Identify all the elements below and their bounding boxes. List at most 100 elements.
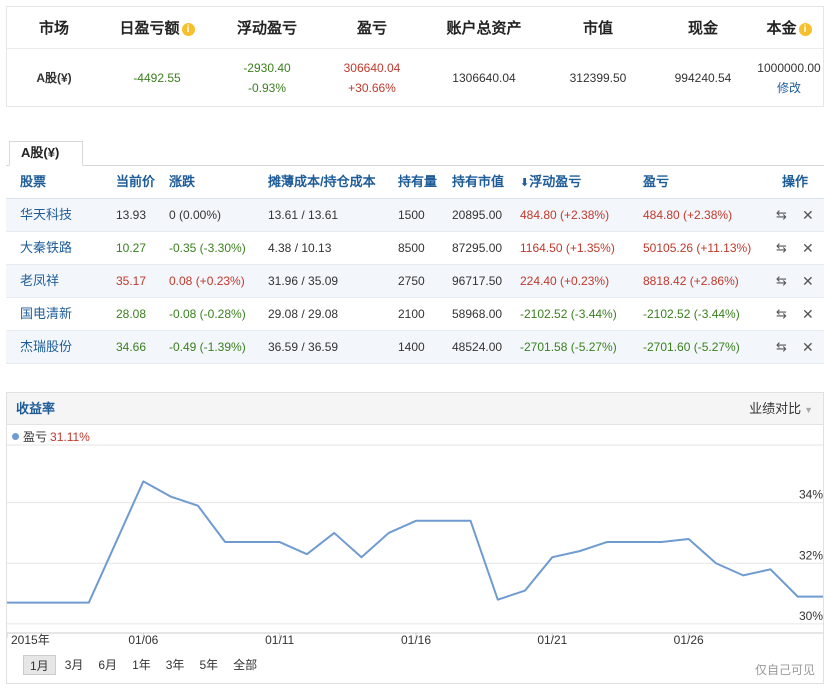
pnl-cell: -2701.60 (-5.27%) <box>643 340 740 354</box>
data-point[interactable] <box>249 539 255 545</box>
header-pnl: 盈亏 <box>356 20 387 37</box>
return-chart-panel: 收益率 业绩对比 ▼ 盈亏 31.11% 30% 32% 34% 2015年 01/06 01… <box>6 392 824 684</box>
data-point[interactable] <box>795 594 801 600</box>
price-cell: 10.27 <box>116 241 147 255</box>
trade-icon[interactable]: ⇆ <box>776 232 787 264</box>
close-icon[interactable]: ✕ <box>802 199 814 231</box>
data-point[interactable] <box>440 518 446 524</box>
trade-icon[interactable]: ⇆ <box>776 199 787 231</box>
info-icon[interactable]: i <box>798 23 812 36</box>
data-point[interactable] <box>31 600 37 606</box>
range-button[interactable]: 全部 <box>227 655 263 675</box>
stock-cell[interactable]: 杰瑞股份 <box>20 331 72 363</box>
header-market-value: 市值 <box>582 20 613 37</box>
data-point[interactable] <box>495 597 501 603</box>
close-icon[interactable]: ✕ <box>802 232 814 264</box>
data-point[interactable] <box>522 588 528 594</box>
cost-cell: 29.08 / 29.08 <box>268 307 339 321</box>
price-cell: 35.17 <box>116 274 147 288</box>
header-daily-pnl: 日盈亏额 i <box>101 17 213 38</box>
range-button[interactable]: 3年 <box>160 655 191 675</box>
data-point[interactable] <box>304 551 310 557</box>
data-point[interactable] <box>386 530 392 536</box>
trade-icon[interactable]: ⇆ <box>776 331 787 363</box>
float-pnl-cell: -2102.52 (-3.44%) <box>520 307 617 321</box>
col-price[interactable]: 当前价 <box>116 166 155 198</box>
data-point[interactable] <box>413 518 419 524</box>
header-principal: 本金 i <box>755 17 823 38</box>
table-row[interactable]: 大秦铁路 10.27 -0.35 (-3.30%) 4.38 / 10.13 8500 8… <box>6 232 824 265</box>
x-tick-label: 01/26 <box>674 633 704 647</box>
range-button[interactable]: 1年 <box>126 655 157 675</box>
data-point[interactable] <box>658 539 664 545</box>
float-pnl-cell: -2930.40 -0.93% <box>213 58 321 98</box>
table-row[interactable]: 杰瑞股份 34.66 -0.49 (-1.39%) 36.59 / 36.59 1400… <box>6 331 824 364</box>
stock-cell[interactable]: 华天科技 <box>20 199 72 231</box>
change-cell: -0.35 (-3.30%) <box>169 241 246 255</box>
pnl-cell: 484.80 (+2.38%) <box>643 208 733 222</box>
range-selector: 1月 3月 6月 1年 3年 5年 全部 <box>23 655 266 675</box>
modify-principal-link[interactable]: 修改 <box>755 78 823 98</box>
data-point[interactable] <box>86 600 92 606</box>
data-point[interactable] <box>577 548 583 554</box>
data-point[interactable] <box>168 494 174 500</box>
stock-cell[interactable]: 老凤祥 <box>20 265 59 297</box>
table-row[interactable]: 国电清新 28.08 -0.08 (-0.28%) 29.08 / 29.08 2100… <box>6 298 824 331</box>
col-pnl[interactable]: 盈亏 <box>643 166 669 198</box>
data-point[interactable] <box>713 560 719 566</box>
info-icon[interactable]: i <box>181 23 195 36</box>
series-line-pnl[interactable] <box>7 480 823 604</box>
data-point[interactable] <box>331 530 337 536</box>
close-icon[interactable]: ✕ <box>802 298 814 330</box>
tab-a-shares[interactable]: A股(¥) <box>9 141 83 166</box>
change-cell: 0 (0.00%) <box>169 208 222 222</box>
data-point[interactable] <box>113 539 119 545</box>
close-icon[interactable]: ✕ <box>802 331 814 363</box>
market-value-value: 312399.50 <box>569 71 627 85</box>
market-value-label: A股(¥) <box>36 71 72 85</box>
table-row[interactable]: 华天科技 13.93 0 (0.00%) 13.61 / 13.61 1500 20895… <box>6 199 824 232</box>
float-pnl-percent: -0.93% <box>247 81 287 95</box>
col-change[interactable]: 涨跌 <box>169 166 195 198</box>
stock-cell[interactable]: 大秦铁路 <box>20 232 72 264</box>
col-cost[interactable]: 摊薄成本/持仓成本 <box>268 166 376 198</box>
range-button[interactable]: 6月 <box>92 655 123 675</box>
data-point[interactable] <box>604 539 610 545</box>
col-shares[interactable]: 持有量 <box>398 166 437 198</box>
data-point[interactable] <box>468 518 474 524</box>
data-point[interactable] <box>822 594 823 600</box>
data-point[interactable] <box>222 539 228 545</box>
header-total-assets: 账户总资产 <box>446 20 522 37</box>
close-icon[interactable]: ✕ <box>802 265 814 297</box>
data-point[interactable] <box>277 539 283 545</box>
data-point[interactable] <box>59 600 65 606</box>
data-point[interactable] <box>358 554 364 560</box>
float-pnl-cell: 1164.50 (+1.35%) <box>520 241 615 255</box>
range-button[interactable]: 3月 <box>59 655 90 675</box>
data-point[interactable] <box>686 536 692 542</box>
col-float-pnl[interactable]: ⬇浮动盈亏 <box>520 166 581 199</box>
data-point[interactable] <box>740 572 746 578</box>
holdings-header-row: 股票 当前价 涨跌 摊薄成本/持仓成本 持有量 持有市值 ⬇浮动盈亏 盈亏 操作 <box>6 166 824 199</box>
col-value[interactable]: 持有市值 <box>452 166 504 198</box>
data-point[interactable] <box>767 566 773 572</box>
data-point[interactable] <box>631 539 637 545</box>
pnl-percent: +30.66% <box>348 81 396 95</box>
col-stock[interactable]: 股票 <box>20 166 46 198</box>
range-button[interactable]: 1月 <box>23 655 56 675</box>
trade-icon[interactable]: ⇆ <box>776 265 787 297</box>
data-point[interactable] <box>549 554 555 560</box>
data-point[interactable] <box>195 503 201 509</box>
data-point[interactable] <box>140 478 146 484</box>
range-button[interactable]: 5年 <box>193 655 224 675</box>
table-row[interactable]: 老凤祥 35.17 0.08 (+0.23%) 31.96 / 35.09 2750 96… <box>6 265 824 298</box>
stock-cell[interactable]: 国电清新 <box>20 298 72 330</box>
daily-pnl-value: -4492.55 <box>133 71 181 85</box>
cost-cell: 31.96 / 35.09 <box>268 274 339 288</box>
change-cell: 0.08 (+0.23%) <box>169 274 245 288</box>
header-principal-label: 本金 <box>766 20 797 37</box>
float-pnl-cell: 484.80 (+2.38%) <box>520 208 610 222</box>
header-daily-pnl-label: 日盈亏额 <box>119 20 180 37</box>
data-point[interactable] <box>7 600 10 606</box>
trade-icon[interactable]: ⇆ <box>776 298 787 330</box>
